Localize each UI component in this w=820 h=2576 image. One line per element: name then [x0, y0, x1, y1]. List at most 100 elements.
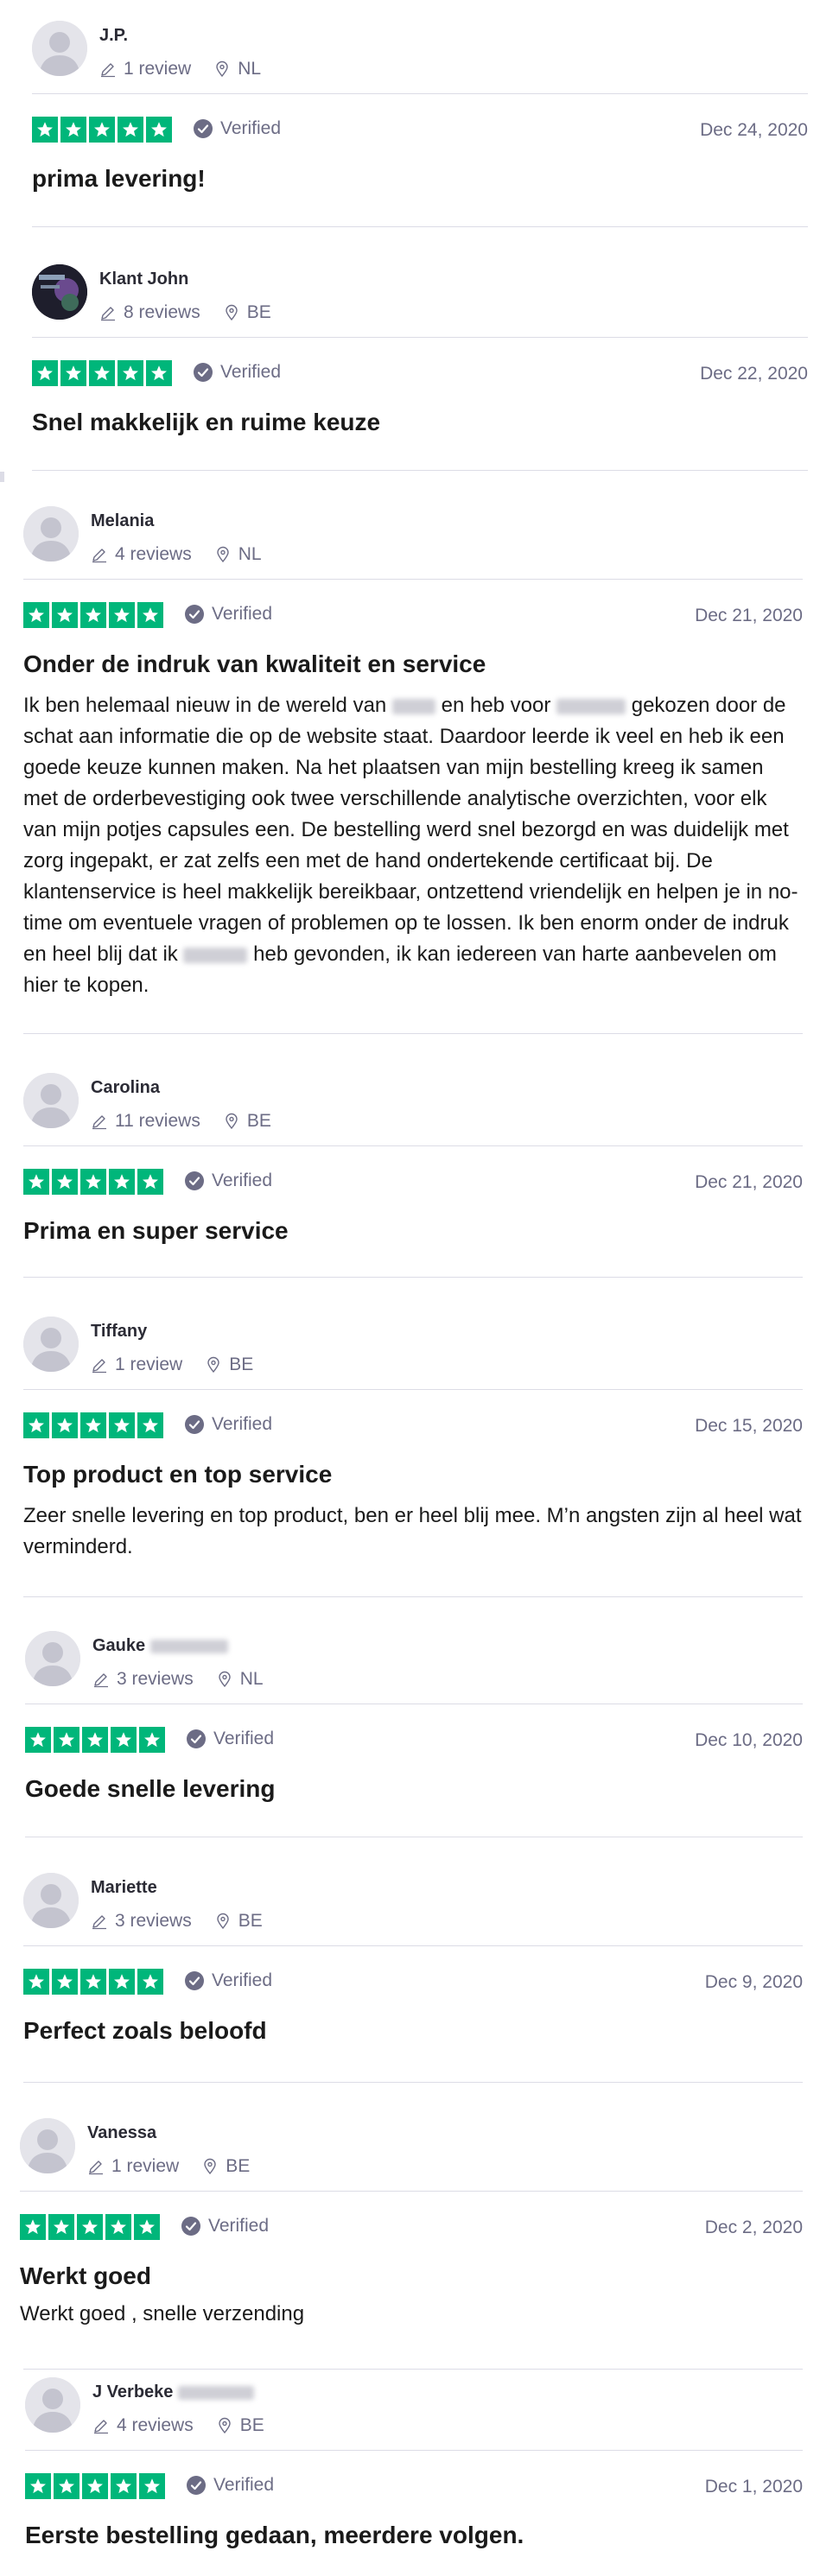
user-avatar-icon[interactable] — [25, 1631, 80, 1686]
review-card: Mariette 3 reviews BE Verified Dec 9, 20… — [23, 1873, 803, 2045]
reviewer-name[interactable]: Melania — [91, 511, 154, 531]
redacted-text — [391, 698, 435, 714]
reviewer-name[interactable]: Klant John — [99, 270, 188, 289]
star-icon — [137, 1412, 163, 1438]
star-icon — [52, 1969, 78, 1995]
reviewer-name[interactable]: J.P. — [99, 26, 128, 46]
star-icon — [82, 1727, 108, 1753]
reviewer-country: NL — [238, 544, 262, 564]
user-avatar-icon[interactable] — [23, 1317, 79, 1372]
review-title[interactable]: Onder de indruk van kwaliteit en service — [23, 650, 803, 678]
review-card: Tiffany 1 review BE Verified Dec 15, 202… — [23, 1317, 803, 1563]
review-title[interactable]: prima levering! — [32, 165, 808, 193]
reviewer-country: NL — [238, 59, 262, 79]
verified-badge[interactable]: Verified — [184, 1970, 272, 1991]
review-card: Klant John 8 reviews BE Verified Dec 22,… — [32, 264, 808, 436]
reviewer-name[interactable]: Tiffany — [91, 1322, 147, 1342]
star-icon — [32, 360, 58, 386]
verified-badge[interactable]: Verified — [193, 362, 281, 383]
user-avatar-photo[interactable] — [32, 264, 87, 320]
review-count: 1 review — [115, 1355, 183, 1374]
review-title[interactable]: Snel makkelijk en ruime keuze — [32, 409, 808, 436]
user-avatar-icon[interactable] — [20, 2118, 75, 2173]
reviewer-name[interactable]: Gauke — [92, 1636, 228, 1656]
reviewer-country: BE — [239, 2415, 264, 2435]
review-title[interactable]: Perfect zoals beloofd — [23, 2017, 803, 2045]
verified-badge[interactable]: Verified — [184, 604, 272, 625]
review-count: 11 reviews — [115, 1111, 200, 1131]
star-icon — [25, 1727, 51, 1753]
review-title[interactable]: Werkt goed — [20, 2262, 803, 2290]
star-icon — [54, 2473, 79, 2499]
star-rating — [23, 1169, 163, 1195]
review-title[interactable]: Eerste bestelling gedaan, meerdere volge… — [25, 2522, 803, 2549]
user-avatar-icon[interactable] — [32, 21, 87, 76]
review-title[interactable]: Goede snelle levering — [25, 1775, 803, 1803]
section-divider — [0, 472, 4, 482]
pencil-icon — [91, 1356, 108, 1374]
check-circle-icon — [184, 604, 205, 625]
star-rating — [20, 2214, 160, 2240]
review-title[interactable]: Top product en top service — [23, 1461, 803, 1488]
user-avatar-icon[interactable] — [23, 506, 79, 562]
review-date: Dec 21, 2020 — [695, 1172, 803, 1192]
reviewer-name[interactable]: Carolina — [91, 1078, 160, 1098]
star-icon — [77, 2214, 103, 2240]
star-icon — [137, 1169, 163, 1195]
star-icon — [23, 1969, 49, 1995]
user-avatar-icon[interactable] — [25, 2377, 80, 2433]
review-date: Dec 15, 2020 — [695, 1416, 803, 1436]
user-avatar-icon[interactable] — [23, 1073, 79, 1128]
review-title[interactable]: Prima en super service — [23, 1217, 803, 1245]
location-pin-icon — [223, 1113, 240, 1130]
user-avatar-icon[interactable] — [23, 1873, 79, 1928]
divider — [32, 226, 808, 227]
star-rating — [23, 1412, 163, 1438]
reviewer-name[interactable]: J Verbeke — [92, 2382, 254, 2402]
star-icon — [80, 1169, 106, 1195]
star-icon — [111, 2473, 137, 2499]
reviewer-name[interactable]: Mariette — [91, 1878, 157, 1898]
star-rating — [25, 2473, 165, 2499]
verified-badge[interactable]: Verified — [184, 1171, 272, 1191]
star-icon — [52, 602, 78, 628]
verified-badge[interactable]: Verified — [184, 1414, 272, 1435]
star-icon — [52, 1169, 78, 1195]
redacted-text — [183, 947, 248, 963]
divider — [23, 2369, 803, 2370]
star-icon — [134, 2214, 160, 2240]
check-circle-icon — [184, 1414, 205, 1435]
review-text: Werkt goed , snelle verzending — [20, 2302, 305, 2325]
star-rating — [25, 1727, 165, 1753]
verified-badge[interactable]: Verified — [186, 1729, 274, 1749]
verified-badge[interactable]: Verified — [186, 2475, 274, 2496]
location-pin-icon — [214, 546, 232, 563]
verified-badge[interactable]: Verified — [193, 118, 281, 139]
reviewer-name[interactable]: Vanessa — [87, 2123, 156, 2143]
location-pin-icon — [216, 1671, 233, 1688]
star-icon — [23, 602, 49, 628]
verified-badge[interactable]: Verified — [181, 2216, 269, 2237]
review-card: J Verbeke 4 reviews BE Verified Dec 1, 2… — [25, 2377, 803, 2549]
check-circle-icon — [186, 2475, 207, 2496]
star-icon — [139, 1727, 165, 1753]
star-icon — [118, 360, 143, 386]
star-icon — [137, 602, 163, 628]
star-icon — [118, 117, 143, 143]
star-icon — [23, 1169, 49, 1195]
review-count: 4 reviews — [117, 2415, 194, 2435]
review-card: Melania 4 reviews NL Verified Dec 21, 20… — [23, 506, 803, 1001]
star-icon — [109, 1969, 135, 1995]
pencil-icon — [92, 1671, 110, 1688]
star-icon — [105, 2214, 131, 2240]
star-icon — [137, 1969, 163, 1995]
location-pin-icon — [214, 1913, 232, 1930]
review-date: Dec 1, 2020 — [704, 2477, 803, 2497]
review-date: Dec 9, 2020 — [704, 1972, 803, 1992]
review-count: 4 reviews — [115, 544, 192, 564]
reviewer-country: BE — [229, 1355, 254, 1374]
star-icon — [23, 1412, 49, 1438]
reviewer-country: BE — [246, 1111, 271, 1131]
star-icon — [111, 1727, 137, 1753]
review-card: J.P. 1 review NL Verified Dec 24, 2020 p… — [32, 21, 808, 193]
